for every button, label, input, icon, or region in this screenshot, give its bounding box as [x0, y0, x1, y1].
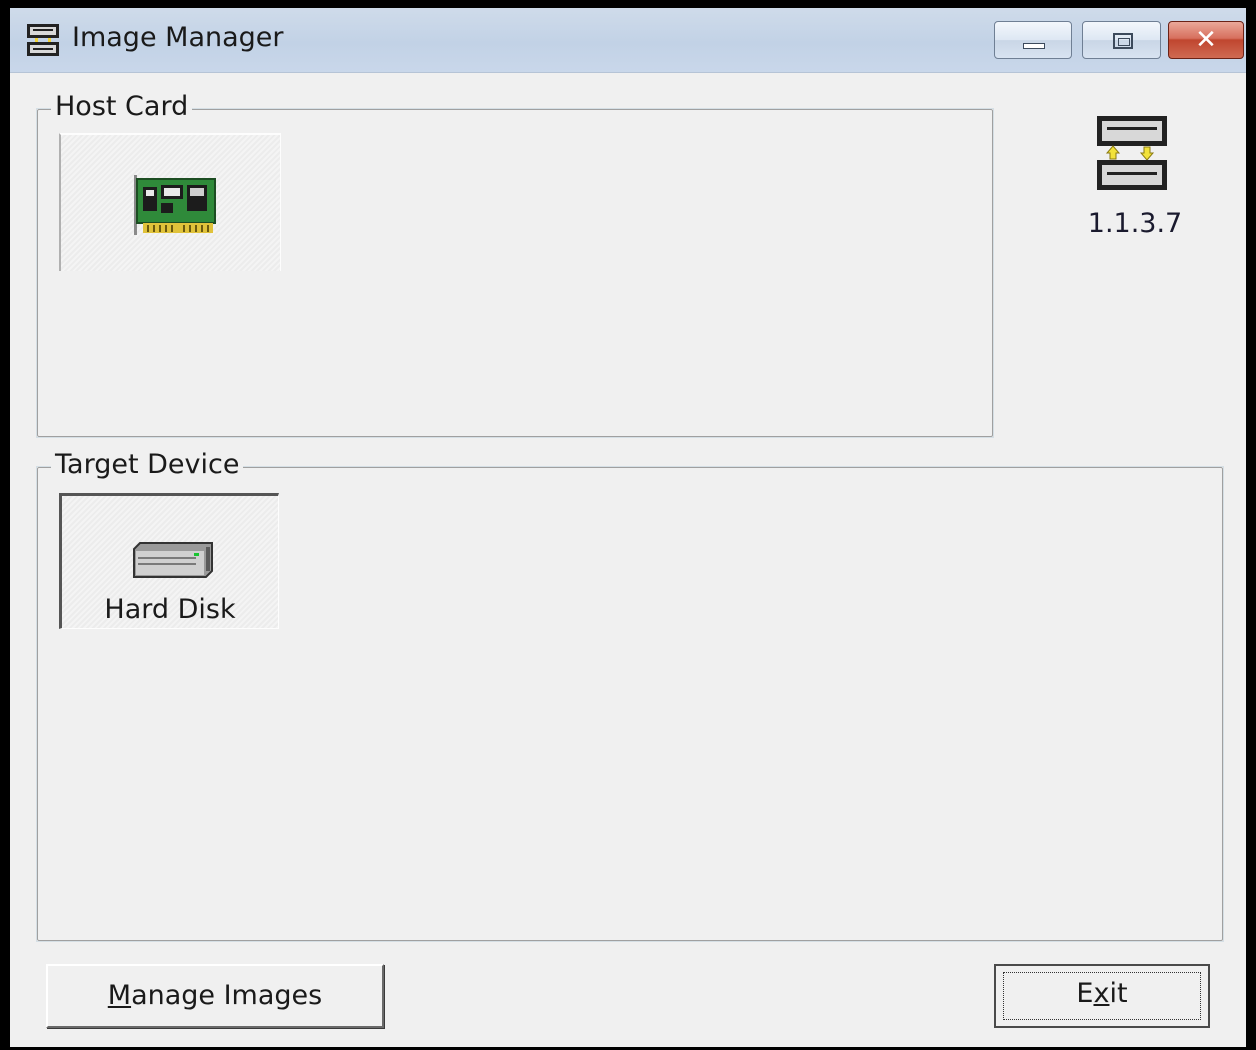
server-pair-icon [27, 24, 59, 56]
server-sync-icon [1097, 116, 1167, 190]
host-card-label: Host Card [51, 92, 193, 122]
maximize-button[interactable] [1082, 21, 1161, 59]
hard-disk-label: Hard Disk [104, 594, 236, 625]
manage-images-label: anage Images [131, 980, 323, 1011]
title-bar[interactable]: Image Manager ✕ [10, 8, 1246, 73]
exit-button[interactable]: Exit [994, 964, 1210, 1028]
target-device-group: Target Device Hard Disk [36, 450, 1224, 942]
maximize-icon [1113, 33, 1133, 49]
hard-disk-icon [133, 542, 213, 578]
image-manager-window: Image Manager ✕ Host Card 1.1.3.7 Target… [0, 0, 1256, 1050]
window-title: Image Manager [72, 22, 284, 53]
focus-rectangle [1003, 972, 1201, 1020]
hard-disk-tile[interactable]: Hard Disk [59, 493, 279, 629]
host-card-group: Host Card [36, 92, 994, 438]
close-icon: ✕ [1195, 25, 1217, 55]
host-card-tile[interactable] [59, 133, 281, 271]
manage-images-button[interactable]: Manage Images [46, 964, 384, 1028]
minimize-icon [1023, 43, 1045, 49]
expansion-card-icon [134, 175, 216, 235]
close-button[interactable]: ✕ [1168, 21, 1244, 59]
manage-images-mnemonic: M [107, 980, 132, 1011]
target-device-label: Target Device [51, 450, 244, 480]
version-label: 1.1.3.7 [1087, 208, 1183, 239]
minimize-button[interactable] [994, 21, 1072, 59]
